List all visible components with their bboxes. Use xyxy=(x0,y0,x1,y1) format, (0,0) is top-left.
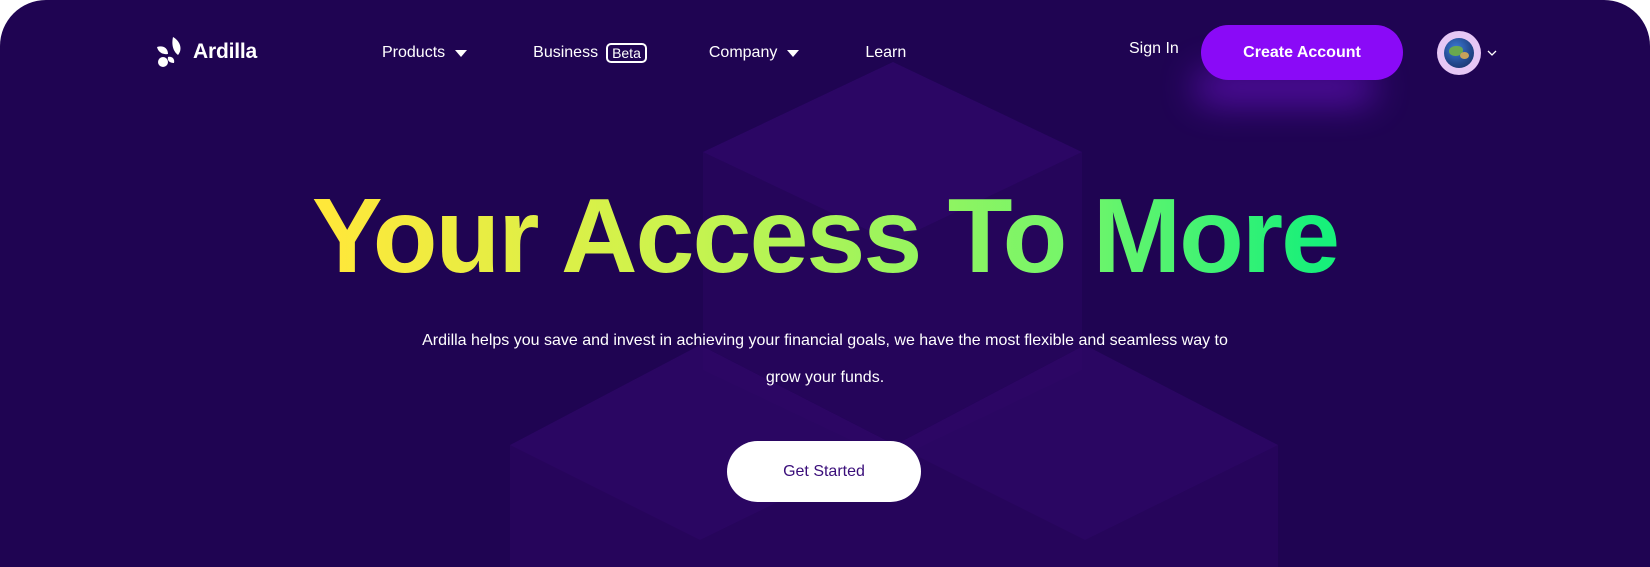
caret-down-icon xyxy=(455,49,468,57)
sign-in-link[interactable]: Sign In xyxy=(1129,40,1179,58)
nav-company-label: Company xyxy=(708,44,778,61)
ardilla-leaf-icon xyxy=(157,37,181,67)
nav-products[interactable]: Products xyxy=(382,44,468,62)
nav-company[interactable]: Company xyxy=(708,44,800,62)
globe-icon xyxy=(1444,38,1474,68)
language-selector[interactable] xyxy=(1437,31,1497,75)
hero-title: Your Access To More xyxy=(0,176,1650,296)
create-account-button[interactable]: Create Account xyxy=(1201,25,1403,80)
nav-business[interactable]: Business Beta xyxy=(533,43,647,63)
nav-learn[interactable]: Learn xyxy=(865,44,906,62)
nav-business-label: Business xyxy=(533,44,599,61)
nav-learn-label: Learn xyxy=(865,44,907,61)
brand-name: Ardilla xyxy=(193,40,257,63)
hero-description: Ardilla helps you save and invest in ach… xyxy=(422,332,1228,386)
get-started-button[interactable]: Get Started xyxy=(727,441,921,502)
main-nav: Products Business Beta Company Learn xyxy=(382,40,906,66)
globe-icon-ring xyxy=(1437,31,1481,75)
caret-down-icon xyxy=(787,49,800,57)
nav-products-label: Products xyxy=(382,44,446,61)
brand-logo[interactable]: Ardilla xyxy=(153,35,257,69)
landing-page: Ardilla Products Business Beta Company L… xyxy=(0,0,1650,567)
beta-badge: Beta xyxy=(606,43,647,63)
chevron-down-icon xyxy=(1487,50,1497,56)
